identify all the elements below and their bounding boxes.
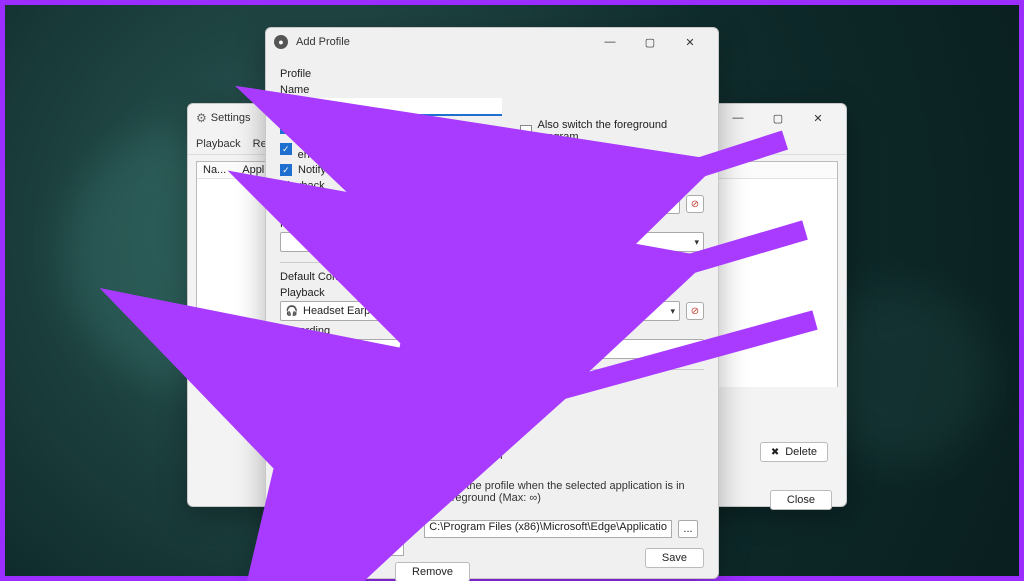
maximize-button[interactable]: ▢ bbox=[630, 28, 670, 56]
settings-title: Settings bbox=[211, 112, 251, 124]
minimize-button[interactable]: — bbox=[590, 28, 630, 56]
checkbox-restore[interactable]: ✓ bbox=[280, 143, 292, 155]
comm-section-label: Default Communication Device bbox=[280, 271, 704, 283]
checkbox-switch-default[interactable]: ✓ bbox=[280, 122, 292, 134]
chevron-down-icon: ▾ bbox=[694, 344, 699, 355]
chevron-down-icon: ▾ bbox=[694, 237, 699, 248]
delete-button[interactable]: ✖ Delete bbox=[760, 442, 828, 462]
recording-label: Recording bbox=[280, 218, 704, 230]
headphones-icon: 🎧 bbox=[285, 197, 299, 211]
checkbox-switch-default-label: Also switch default device bbox=[298, 122, 424, 134]
trash-icon: ✖ bbox=[771, 447, 779, 458]
active-triggers-list[interactable]: Application path bbox=[280, 448, 404, 556]
checkbox-restore-label: Restore devices when trigger ends bbox=[298, 137, 460, 161]
add-trigger-button[interactable]: Add bbox=[408, 408, 470, 428]
close-settings-button[interactable]: Close bbox=[770, 490, 832, 510]
available-triggers-label: Available Triggers bbox=[280, 394, 704, 406]
maximize-button[interactable]: ▢ bbox=[758, 104, 798, 132]
close-button[interactable]: ✕ bbox=[798, 104, 838, 132]
addprofile-title: Add Profile bbox=[296, 36, 350, 48]
comm-recording-label: Recording bbox=[280, 325, 704, 337]
comm-playback-label: Playback bbox=[280, 287, 704, 299]
name-input[interactable] bbox=[280, 98, 502, 116]
comm-recording-dropdown[interactable]: ▾ bbox=[280, 339, 704, 359]
chevron-down-icon: ▾ bbox=[390, 413, 395, 424]
playback-label: Playback bbox=[280, 180, 704, 192]
checkbox-notify[interactable]: ✓ bbox=[280, 164, 292, 176]
delete-label: Delete bbox=[785, 446, 817, 458]
minimize-button[interactable]: — bbox=[718, 104, 758, 132]
col-name: Na... bbox=[203, 164, 226, 176]
available-triggers-value: Application path bbox=[285, 412, 386, 424]
trigger-description-body: Activate the profile when the selected a… bbox=[424, 480, 698, 504]
application-path-input[interactable]: C:\Program Files (x86)\Microsoft\Edge\Ap… bbox=[424, 520, 672, 538]
save-button[interactable]: Save bbox=[645, 548, 704, 568]
separator bbox=[280, 262, 704, 263]
chevron-down-icon: ▾ bbox=[670, 199, 675, 210]
browse-button[interactable]: ... bbox=[678, 520, 698, 538]
separator bbox=[280, 369, 704, 370]
frame: ⚙ Settings — ▢ ✕ Playback Recor Na... Ap… bbox=[0, 0, 1024, 581]
playback-dropdown[interactable]: 🎧 Headphones (SteelSeries Arctis 9 Game)… bbox=[280, 194, 680, 214]
name-label: Name bbox=[280, 84, 704, 96]
user-icon: ● bbox=[274, 35, 288, 49]
tab-playback[interactable]: Playback bbox=[196, 134, 241, 154]
profile-section-label: Profile bbox=[280, 68, 704, 80]
gear-icon: ⚙ bbox=[196, 111, 207, 125]
active-trigger-item[interactable]: Application path bbox=[281, 449, 403, 463]
trigger-description-label: Description bbox=[424, 466, 698, 478]
recording-dropdown[interactable]: ▾ bbox=[280, 232, 704, 252]
available-triggers-dropdown[interactable]: Application path ▾ bbox=[280, 408, 400, 428]
close-button[interactable]: ✕ bbox=[670, 28, 710, 56]
comm-playback-value: Headset Earphone (SteelSeries Arctis 9 C… bbox=[303, 305, 666, 317]
active-triggers-label: Active Triggers bbox=[280, 432, 704, 444]
checkbox-foreground-label: Also switch the foreground program bbox=[538, 119, 704, 143]
remove-trigger-button[interactable]: Remove bbox=[395, 562, 470, 581]
checkbox-notify-label: Notify when profile is triggered bbox=[298, 164, 446, 176]
chevron-down-icon: ▾ bbox=[670, 306, 675, 317]
playback-value: Headphones (SteelSeries Arctis 9 Game) bbox=[303, 198, 666, 210]
headset-icon: 🎧 bbox=[285, 304, 299, 318]
clear-playback-button[interactable]: ⊘ bbox=[686, 195, 704, 213]
comm-playback-dropdown[interactable]: 🎧 Headset Earphone (SteelSeries Arctis 9… bbox=[280, 301, 680, 321]
addprofile-titlebar: ● Add Profile — ▢ ✕ bbox=[266, 28, 718, 56]
triggers-section-label: Triggers bbox=[280, 378, 704, 390]
trigger-detail-title: Application path bbox=[424, 450, 698, 462]
clear-comm-playback-button[interactable]: ⊘ bbox=[686, 302, 704, 320]
checkbox-foreground[interactable]: ✓ bbox=[520, 125, 532, 137]
add-profile-window: ● Add Profile — ▢ ✕ Profile Name ✓ Also … bbox=[265, 27, 719, 579]
